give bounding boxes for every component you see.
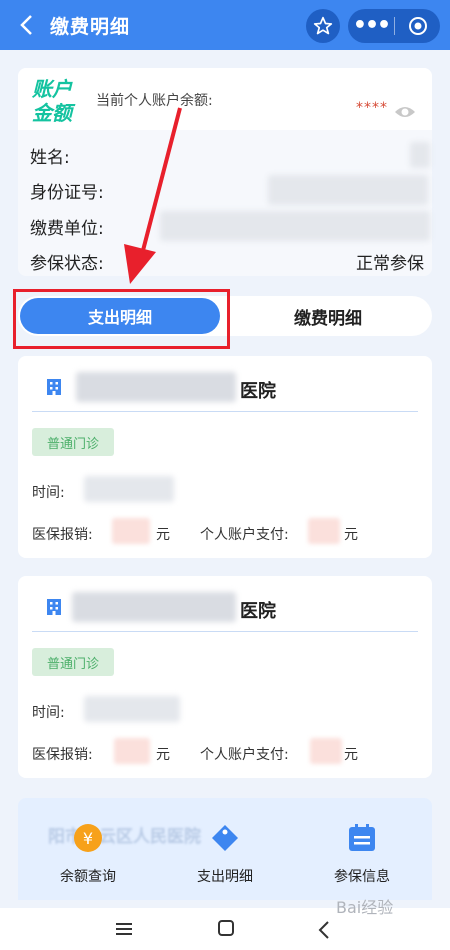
annotation-highlight-box (13, 289, 230, 349)
nav-expense-label: 支出明细 (197, 869, 253, 885)
record-card[interactable]: 医院 普通门诊 时间: 医保报销: 元 个人账户支付: 元 (18, 576, 432, 778)
personal-pay-unit: 元 (344, 527, 358, 543)
id-label: 身份证号: (30, 182, 104, 203)
back-icon[interactable] (318, 920, 330, 940)
time-value-blurred (84, 476, 174, 502)
hospital-icon (47, 599, 61, 615)
insurance-value-blurred (114, 738, 150, 764)
balance-label: 当前个人账户余额: (96, 93, 213, 109)
watermark: Bai经验 (336, 898, 394, 917)
time-label: 时间: (32, 705, 65, 721)
tab-payment-detail[interactable]: 缴费明细 (228, 298, 428, 334)
nav-insurance-info[interactable]: 参保信息 (302, 822, 422, 892)
unit-row: 缴费单位: (30, 211, 430, 241)
time-value-blurred (84, 696, 180, 722)
bottom-nav: 阳市白云区人民医院 ¥ 余额查询 支出明细 参保信息 (18, 798, 432, 900)
name-label: 姓名: (30, 147, 70, 168)
unit-value-blurred (160, 211, 430, 241)
calendar-icon (349, 824, 375, 851)
app-header: 缴费明细 ••• (0, 0, 450, 50)
chevron-left-icon (20, 15, 32, 35)
time-label: 时间: (32, 485, 65, 501)
hospital-name-suffix: 医院 (240, 601, 276, 622)
back-button[interactable] (6, 0, 46, 50)
svg-text:账户: 账户 (31, 77, 73, 101)
id-row: 身份证号: (30, 175, 428, 205)
home-icon[interactable] (218, 920, 234, 936)
svg-text:¥: ¥ (83, 829, 93, 848)
menu-icon[interactable] (116, 922, 132, 936)
personal-pay-value-blurred (310, 738, 342, 764)
record-title-row: 医院 (32, 366, 418, 412)
status-row: 参保状态: 正常参保 (30, 246, 424, 276)
personal-pay-unit: 元 (344, 747, 358, 763)
account-card: 账户 金额 当前个人账户余额: **** 姓名: 身份证号: 缴费单位: 参保状… (18, 68, 432, 276)
record-card[interactable]: 医院 普通门诊 时间: 医保报销: 元 个人账户支付: 元 (18, 356, 432, 558)
eye-icon[interactable] (394, 104, 416, 120)
star-icon (313, 16, 333, 35)
insurance-value-blurred (112, 518, 150, 544)
more-button[interactable]: ••• (348, 9, 394, 43)
nav-balance-query[interactable]: ¥ 余额查询 (28, 822, 148, 892)
personal-pay-value-blurred (308, 518, 340, 544)
insurance-unit: 元 (156, 747, 170, 763)
favorite-button[interactable] (306, 9, 340, 43)
hospital-name-blurred (72, 592, 236, 622)
insurance-label: 医保报销: (32, 527, 93, 543)
name-value-blurred (410, 142, 430, 168)
id-value-blurred (268, 175, 428, 205)
hospital-name-blurred (76, 372, 236, 402)
target-icon (408, 17, 427, 35)
nav-balance-label: 余额查询 (60, 869, 116, 885)
visit-type-badge: 普通门诊 (32, 648, 114, 676)
visit-type-badge: 普通门诊 (32, 428, 114, 456)
insurance-label: 医保报销: (32, 747, 93, 763)
hospital-name-suffix: 医院 (240, 381, 276, 402)
miniapp-capsule: ••• (348, 9, 440, 43)
insurance-unit: 元 (156, 527, 170, 543)
page-title: 缴费明细 (50, 15, 131, 38)
record-title-row: 医院 (32, 586, 418, 632)
personal-pay-label: 个人账户支付: (200, 527, 289, 543)
tag-icon (212, 825, 238, 851)
balance-masked-value: **** (356, 100, 388, 116)
nav-expense-detail[interactable]: 支出明细 (165, 822, 285, 892)
status-value: 正常参保 (356, 253, 424, 274)
account-balance-section: 账户 金额 当前个人账户余额: **** (18, 68, 432, 130)
name-row: 姓名: (30, 140, 430, 170)
account-balance-logo: 账户 金额 (31, 77, 76, 125)
status-label: 参保状态: (30, 253, 104, 274)
hospital-icon (47, 379, 61, 395)
close-miniapp-button[interactable] (395, 16, 440, 36)
personal-pay-label: 个人账户支付: (200, 747, 289, 763)
nav-insurance-label: 参保信息 (334, 869, 390, 885)
unit-label: 缴费单位: (30, 218, 104, 239)
svg-text:金额: 金额 (32, 101, 76, 125)
yuan-coin-icon: ¥ (74, 824, 102, 852)
